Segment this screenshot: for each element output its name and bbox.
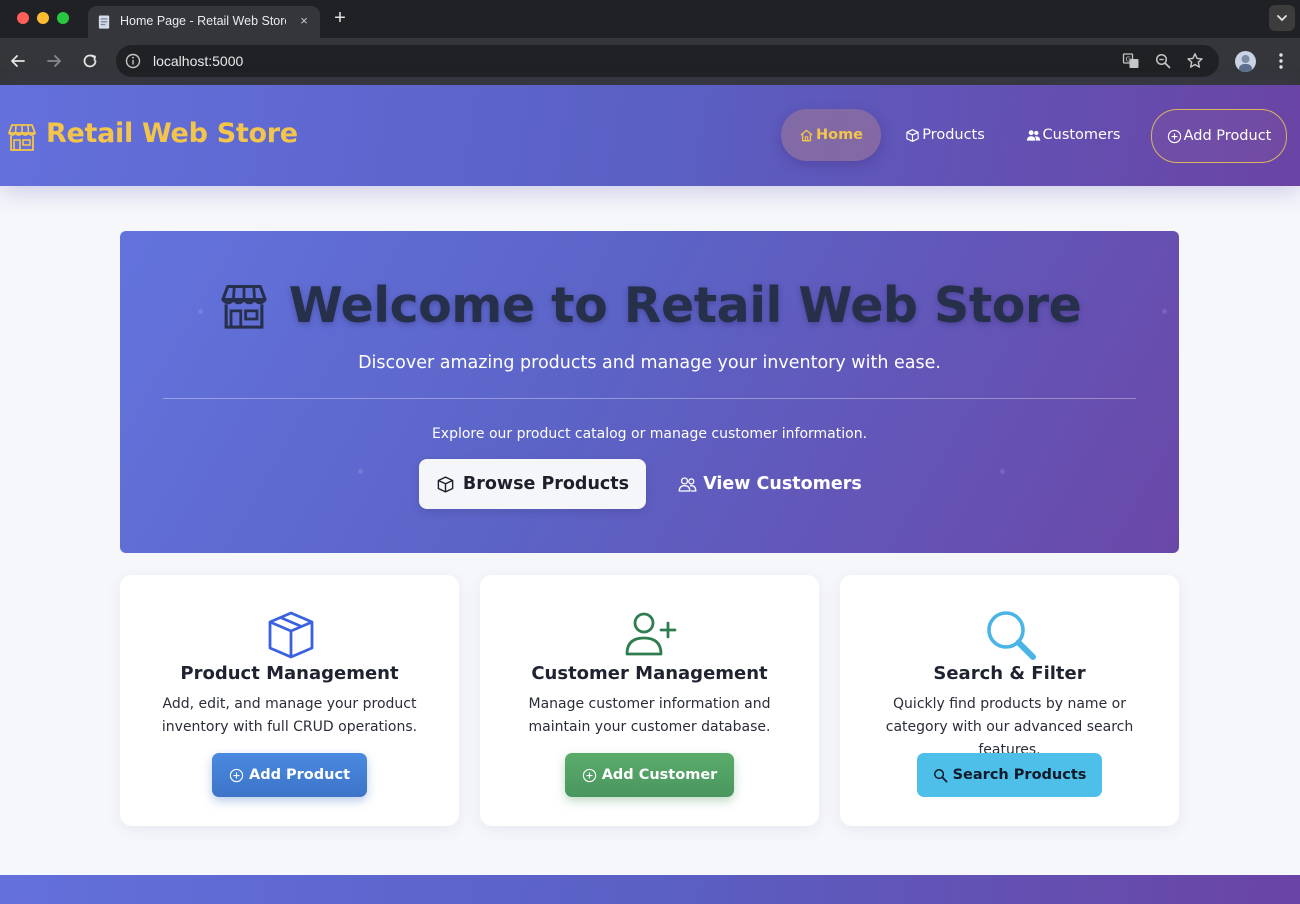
- house-icon: [800, 129, 813, 141]
- view-customers-label: View Customers: [703, 474, 862, 494]
- hero-banner: Welcome to Retail Web Store Discover ama…: [120, 231, 1179, 553]
- product-management-card: Product Management Add, edit, and manage…: [120, 575, 459, 826]
- card-description: Add, edit, and manage your product inven…: [161, 696, 418, 735]
- storefront-icon: [220, 284, 267, 329]
- plus-circle-icon: [582, 768, 596, 782]
- card-description: Quickly find products by name or categor…: [885, 696, 1134, 758]
- new-tab-button[interactable]: +: [330, 7, 350, 29]
- site-footer: [0, 875, 1300, 904]
- tab-close-button[interactable]: ×: [295, 12, 313, 30]
- bookmark-star-icon[interactable]: [1186, 52, 1204, 70]
- search-products-button[interactable]: Search Products: [917, 753, 1102, 797]
- minimize-window-button[interactable]: [37, 12, 49, 24]
- person-plus-icon: [625, 612, 677, 656]
- add-product-label: Add Product: [249, 767, 350, 783]
- nav-home-label: Home: [815, 127, 864, 143]
- box-icon: [906, 128, 919, 142]
- people-icon: [678, 476, 697, 492]
- zoom-icon[interactable]: [1154, 52, 1172, 70]
- hero-divider: [163, 398, 1136, 399]
- close-window-button[interactable]: [17, 12, 29, 24]
- storefront-icon: [8, 124, 36, 151]
- tab-search-button[interactable]: [1269, 5, 1295, 31]
- add-customer-button[interactable]: Add Customer: [565, 753, 734, 797]
- plus-circle-icon: [229, 768, 244, 782]
- decorative-dot: [358, 469, 363, 474]
- maximize-window-button[interactable]: [57, 12, 69, 24]
- chevron-down-icon: [1277, 15, 1287, 22]
- url-text[interactable]: localhost:5000: [153, 53, 243, 69]
- search-filter-card: Search & Filter Quickly find products by…: [840, 575, 1179, 826]
- box-icon: [437, 475, 454, 493]
- address-bar[interactable]: localhost:5000 G: [116, 45, 1219, 77]
- site-header: Retail Web Store Home Products Customers…: [0, 85, 1300, 186]
- view-customers-button[interactable]: View Customers: [668, 459, 872, 509]
- card-title: Product Management: [180, 663, 399, 684]
- nav-customers-label: Customers: [1042, 127, 1121, 143]
- reload-icon[interactable]: [80, 51, 100, 71]
- brand-name: Retail Web Store: [46, 118, 298, 149]
- customer-management-card: Customer Management Manage customer info…: [480, 575, 819, 826]
- search-products-label: Search Products: [952, 767, 1087, 783]
- forward-arrow-icon[interactable]: [44, 51, 64, 71]
- people-icon: [1026, 129, 1040, 141]
- hero-subtitle: Discover amazing products and manage you…: [358, 353, 941, 373]
- browser-tab-active[interactable]: Home Page - Retail Web Store ×: [88, 6, 320, 38]
- nav-home[interactable]: Home: [781, 109, 881, 161]
- nav-customers[interactable]: Customers: [1021, 109, 1125, 161]
- add-product-button[interactable]: Add Product: [212, 753, 367, 797]
- browse-products-label: Browse Products: [462, 474, 630, 494]
- card-title: Customer Management: [531, 663, 768, 684]
- card-description: Manage customer information and maintain…: [528, 696, 771, 735]
- avatar-icon: [1239, 55, 1252, 72]
- search-icon: [933, 768, 948, 782]
- translate-icon[interactable]: G: [1122, 52, 1140, 70]
- nav-products-label: Products: [922, 127, 985, 143]
- svg-text:G: G: [1126, 56, 1131, 64]
- profile-avatar[interactable]: [1235, 51, 1256, 72]
- nav-products[interactable]: Products: [899, 109, 991, 161]
- card-title: Search & Filter: [933, 663, 1086, 684]
- document-icon: [98, 15, 110, 29]
- site-info-icon[interactable]: [124, 52, 142, 70]
- back-arrow-icon[interactable]: [8, 51, 28, 71]
- hero-explore-text: Explore our product catalog or manage cu…: [431, 426, 868, 442]
- hero-heading: Welcome to Retail Web Store: [120, 277, 1179, 334]
- browser-menu-icon[interactable]: [1271, 51, 1291, 71]
- decorative-dot: [1000, 469, 1005, 474]
- browse-products-button[interactable]: Browse Products: [419, 459, 646, 509]
- box-icon: [268, 611, 314, 659]
- hero-title: Welcome to Retail Web Store: [288, 277, 1082, 334]
- search-icon: [987, 611, 1036, 660]
- browser-tab-strip: Home Page - Retail Web Store × +: [0, 0, 1300, 38]
- plus-circle-icon: [1167, 129, 1181, 143]
- tab-title: Home Page - Retail Web Store: [120, 14, 286, 28]
- nav-add-product-label: Add Product: [1183, 128, 1272, 144]
- browser-toolbar: localhost:5000 G: [0, 38, 1300, 85]
- nav-add-product-button[interactable]: Add Product: [1151, 109, 1287, 163]
- add-customer-label: Add Customer: [601, 767, 718, 783]
